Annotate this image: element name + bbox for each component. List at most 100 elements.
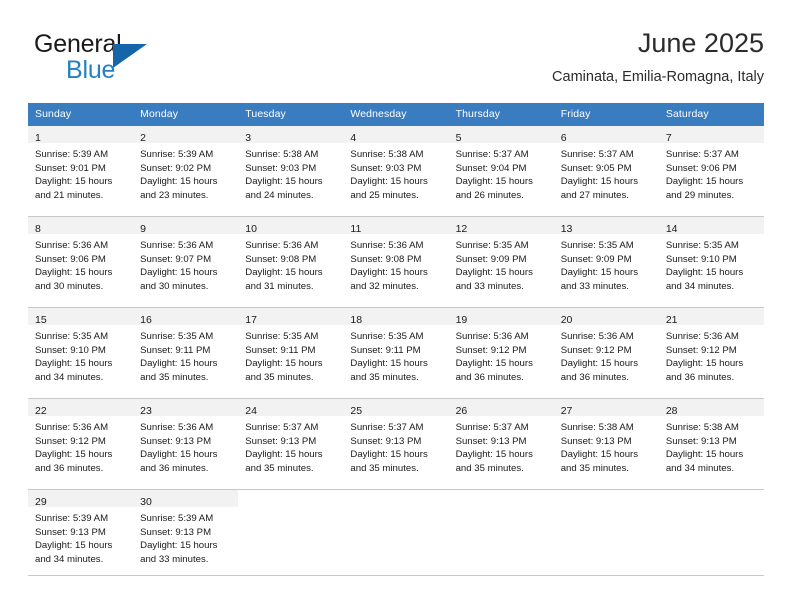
day-cell[interactable]: 25 Sunrise: 5:37 AM Sunset: 9:13 PM Dayligh…	[343, 398, 449, 490]
daylight-text-line1: Daylight: 15 hours	[665, 449, 744, 461]
daylight-text-line2: and 26 minutes.	[455, 189, 524, 201]
daylight-text-line1: Daylight: 15 hours	[560, 267, 639, 279]
day-number: 9	[140, 223, 146, 235]
day-cell[interactable]: 14 Sunrise: 5:35 AM Sunset: 9:10 PM Dayligh…	[658, 216, 764, 308]
sunrise-text: Sunrise: 5:35 AM	[665, 240, 739, 251]
day-cell[interactable]: 24 Sunrise: 5:37 AM Sunset: 9:13 PM Dayligh…	[238, 398, 344, 490]
sunrise-text: Sunrise: 5:35 AM	[350, 331, 424, 342]
sunset-text: Sunset: 9:11 PM	[350, 344, 421, 356]
sunset-text: Sunset: 9:08 PM	[245, 253, 317, 265]
day-number: 24	[245, 405, 257, 417]
daylight-text-line1: Daylight: 15 hours	[140, 540, 218, 552]
daylight-text-line1: Daylight: 15 hours	[455, 267, 533, 279]
day-cell[interactable]: 30 Sunrise: 5:39 AM Sunset: 9:13 PM Dayligh…	[133, 489, 239, 576]
day-cell[interactable]: 26 Sunrise: 5:37 AM Sunset: 9:13 PM Dayligh…	[448, 398, 554, 490]
daylight-text-line2: and 35 minutes.	[245, 462, 314, 474]
sunrise-text: Sunrise: 5:37 AM	[350, 422, 424, 433]
daylight-text-line1: Daylight: 15 hours	[140, 176, 218, 188]
weekday-header-wednesday: Wednesday	[343, 103, 449, 126]
day-cell[interactable]: 15 Sunrise: 5:35 AM Sunset: 9:10 PM Dayligh…	[28, 307, 134, 399]
sunrise-text: Sunrise: 5:39 AM	[35, 513, 109, 524]
day-number: 15	[35, 314, 47, 326]
day-cell[interactable]: 29 Sunrise: 5:39 AM Sunset: 9:13 PM Dayligh…	[28, 489, 134, 576]
daylight-text-line1: Daylight: 15 hours	[455, 449, 533, 461]
sunset-text: Sunset: 9:06 PM	[665, 162, 737, 174]
day-number: 20	[560, 314, 573, 326]
daylight-text-line2: and 36 minutes.	[35, 462, 104, 474]
sunset-text: Sunset: 9:13 PM	[140, 526, 212, 538]
daylight-text-line2: and 36 minutes.	[665, 371, 735, 383]
daylight-text-line1: Daylight: 15 hours	[35, 358, 113, 370]
day-number: 6	[560, 132, 567, 144]
day-cell[interactable]: 28 Sunrise: 5:38 AM Sunset: 9:13 PM Dayligh…	[658, 398, 764, 490]
day-cell[interactable]: 8 Sunrise: 5:36 AM Sunset: 9:06 PM Daylight…	[28, 216, 134, 308]
sunset-text: Sunset: 9:13 PM	[35, 526, 106, 538]
page-title: June 2025	[637, 28, 764, 58]
day-cell[interactable]: 7 Sunrise: 5:37 AM Sunset: 9:06 PM Daylight…	[658, 125, 764, 217]
sunrise-text: Sunrise: 5:35 AM	[35, 331, 109, 342]
daylight-text-line1: Daylight: 15 hours	[35, 449, 113, 461]
day-cell[interactable]: 3 Sunrise: 5:38 AM Sunset: 9:03 PM Daylight…	[238, 125, 344, 217]
day-cell[interactable]: 27 Sunrise: 5:38 AM Sunset: 9:13 PM Dayligh…	[553, 398, 659, 490]
weekday-header-monday: Monday	[133, 103, 239, 126]
day-cell[interactable]: 2 Sunrise: 5:39 AM Sunset: 9:02 PM Daylight…	[133, 125, 239, 217]
logo-text-blue: Blue	[66, 56, 116, 84]
sunrise-text: Sunrise: 5:35 AM	[140, 331, 214, 342]
sunset-text: Sunset: 9:13 PM	[455, 435, 527, 447]
day-cell[interactable]: 21 Sunrise: 5:36 AM Sunset: 9:12 PM Dayligh…	[658, 307, 764, 399]
sunrise-text: Sunrise: 5:39 AM	[35, 149, 109, 160]
day-cell[interactable]: 22 Sunrise: 5:36 AM Sunset: 9:12 PM Dayligh…	[28, 398, 134, 490]
day-cell[interactable]: 12 Sunrise: 5:35 AM Sunset: 9:09 PM Dayligh…	[448, 216, 554, 308]
day-cell[interactable]: 18 Sunrise: 5:35 AM Sunset: 9:11 PM Dayligh…	[343, 307, 449, 399]
day-number: 1	[35, 132, 41, 144]
day-cell[interactable]: 13 Sunrise: 5:35 AM Sunset: 9:09 PM Dayligh…	[553, 216, 659, 308]
day-cell[interactable]: 9 Sunrise: 5:36 AM Sunset: 9:07 PM Daylight…	[133, 216, 239, 308]
day-cell[interactable]: 10 Sunrise: 5:36 AM Sunset: 9:08 PM Dayligh…	[238, 216, 344, 308]
title-block: June 2025 Caminata, Emilia-Romagna, Ital…	[552, 26, 764, 88]
daylight-text-line1: Daylight: 15 hours	[35, 540, 113, 552]
sunrise-text: Sunrise: 5:35 AM	[455, 240, 529, 251]
day-number: 12	[455, 223, 468, 235]
daylight-text-line1: Daylight: 15 hours	[665, 358, 744, 370]
sunset-text: Sunset: 9:09 PM	[560, 253, 632, 265]
daylight-text-line1: Daylight: 15 hours	[350, 449, 428, 461]
sunset-text: Sunset: 9:11 PM	[245, 344, 316, 356]
day-cell[interactable]: 6 Sunrise: 5:37 AM Sunset: 9:05 PM Daylight…	[553, 125, 659, 217]
daylight-text-line2: and 29 minutes.	[665, 189, 735, 201]
generalblue-logo[interactable]: General Blue	[34, 30, 214, 92]
calendar-grid: Sunday Monday Tuesday Wednesday Thursday…	[28, 103, 764, 576]
daylight-text-line1: Daylight: 15 hours	[35, 176, 113, 188]
sunrise-text: Sunrise: 5:39 AM	[140, 149, 214, 160]
week-row: 15 Sunrise: 5:35 AM Sunset: 9:10 PM Dayligh…	[28, 307, 764, 399]
day-cell[interactable]: 1 Sunrise: 5:39 AM Sunset: 9:01 PM Daylight…	[28, 125, 134, 217]
sunrise-text: Sunrise: 5:37 AM	[560, 149, 634, 160]
week-row: 1 Sunrise: 5:39 AM Sunset: 9:01 PM Daylight…	[28, 125, 764, 217]
page-header: General Blue June 2025 Caminata, Emilia-…	[28, 26, 764, 98]
day-cell[interactable]: 4 Sunrise: 5:38 AM Sunset: 9:03 PM Daylight…	[343, 125, 449, 217]
day-cell-empty	[553, 489, 659, 576]
daylight-text-line2: and 34 minutes.	[665, 462, 735, 474]
daylight-text-line1: Daylight: 15 hours	[245, 358, 323, 370]
day-number: 13	[560, 223, 573, 235]
day-cell[interactable]: 5 Sunrise: 5:37 AM Sunset: 9:04 PM Daylight…	[448, 125, 554, 217]
daylight-text-line1: Daylight: 15 hours	[665, 267, 744, 279]
daylight-text-line2: and 34 minutes.	[35, 553, 104, 565]
daylight-text-line2: and 27 minutes.	[560, 189, 629, 201]
daylight-text-line2: and 36 minutes.	[455, 371, 524, 383]
daylight-text-line1: Daylight: 15 hours	[245, 449, 323, 461]
sunrise-text: Sunrise: 5:37 AM	[455, 422, 529, 433]
day-cell[interactable]: 23 Sunrise: 5:36 AM Sunset: 9:13 PM Dayligh…	[133, 398, 239, 490]
daylight-text-line2: and 33 minutes.	[560, 280, 629, 292]
day-cell[interactable]: 11 Sunrise: 5:36 AM Sunset: 9:08 PM Dayligh…	[343, 216, 449, 308]
day-cell[interactable]: 16 Sunrise: 5:35 AM Sunset: 9:11 PM Dayligh…	[133, 307, 239, 399]
daylight-text-line1: Daylight: 15 hours	[350, 267, 428, 279]
daylight-text-line1: Daylight: 15 hours	[35, 267, 113, 279]
sunset-text: Sunset: 9:12 PM	[560, 344, 632, 356]
sunset-text: Sunset: 9:06 PM	[35, 253, 106, 265]
daylight-text-line2: and 35 minutes.	[350, 371, 419, 383]
daylight-text-line1: Daylight: 15 hours	[455, 358, 533, 370]
day-cell[interactable]: 20 Sunrise: 5:36 AM Sunset: 9:12 PM Dayligh…	[553, 307, 659, 399]
daylight-text-line1: Daylight: 15 hours	[350, 358, 428, 370]
day-cell[interactable]: 19 Sunrise: 5:36 AM Sunset: 9:12 PM Dayligh…	[448, 307, 554, 399]
day-cell[interactable]: 17 Sunrise: 5:35 AM Sunset: 9:11 PM Dayligh…	[238, 307, 344, 399]
